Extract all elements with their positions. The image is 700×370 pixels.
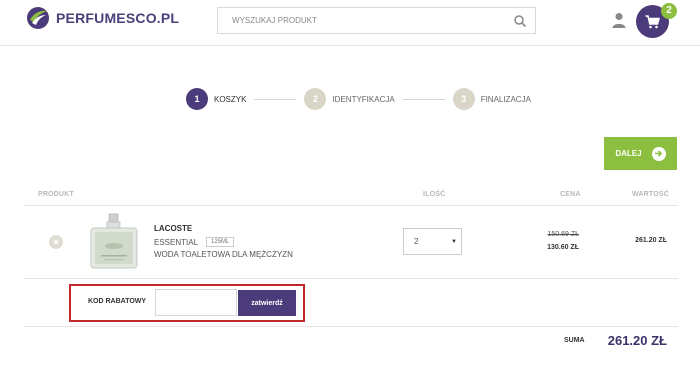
old-price: 150.69 ZŁ [547,231,579,238]
step-number: 2 [304,88,327,110]
product-brand[interactable]: LACOSTE [154,224,192,233]
search-input[interactable] [218,8,498,33]
column-header-price: CENA [560,191,581,198]
row-total: 261.20 ZŁ [635,237,667,244]
arrow-right-circle-icon [651,146,666,161]
product-line: ESSENTIAL [154,237,199,247]
cart-icon [645,14,660,28]
step-number: 3 [452,88,475,110]
next-button[interactable]: DALEJ [604,137,677,170]
coupon-label: KOD RABATOWY [88,298,147,305]
logo-icon [27,7,49,29]
close-icon [53,239,59,245]
divider [24,326,678,327]
sum-value: 261.20 ZŁ [607,333,667,348]
step-identyfikacja: 2 IDENTYFIKACJA [304,88,395,110]
step-finalizacja: 3 FINALIZACJA [452,88,531,110]
step-label: IDENTYFIKACJA [332,94,395,104]
column-header-value: WARTOŚĆ [632,191,670,198]
divider [24,205,678,206]
divider [24,278,678,279]
column-header-quantity: ILOŚĆ [423,191,446,198]
search-icon[interactable] [513,14,527,28]
current-price: 130.60 ZŁ [547,244,579,251]
cart-count-badge: 2 [661,3,677,19]
step-label: KOSZYK [214,94,247,104]
step-number: 1 [186,88,208,110]
product-size-badge: 125ML [206,237,235,247]
checkout-steps: 1 KOSZYK 2 IDENTYFIKACJA 3 FINALIZACJA [186,87,531,111]
quantity-select[interactable]: 2 ▼ [403,228,462,255]
coupon-code-input[interactable] [155,289,237,316]
quantity-value: 2 [414,237,419,246]
product-image[interactable] [86,212,142,270]
product-description: WODA TOALETOWA DLA MĘŻCZYZN [154,250,293,259]
step-divider [254,98,297,100]
coupon-submit-button[interactable]: zatwierdź [238,290,296,316]
user-icon[interactable] [612,12,626,28]
logo-text: PERFUMESCO.PL [56,10,180,26]
step-koszyk: 1 KOSZYK [186,88,246,110]
caret-down-icon: ▼ [451,239,457,245]
remove-item-button[interactable] [49,235,63,249]
site-header: PERFUMESCO.PL 2 [0,0,700,46]
next-button-label: DALEJ [615,149,642,158]
search-box [217,7,536,34]
product-line-row: ESSENTIAL 125ML [154,237,235,247]
step-label: FINALIZACJA [480,94,531,104]
logo[interactable]: PERFUMESCO.PL [26,6,179,30]
step-divider [402,98,445,100]
sum-label: SUMA [564,337,585,344]
column-header-product: PRODUKT [38,191,75,198]
